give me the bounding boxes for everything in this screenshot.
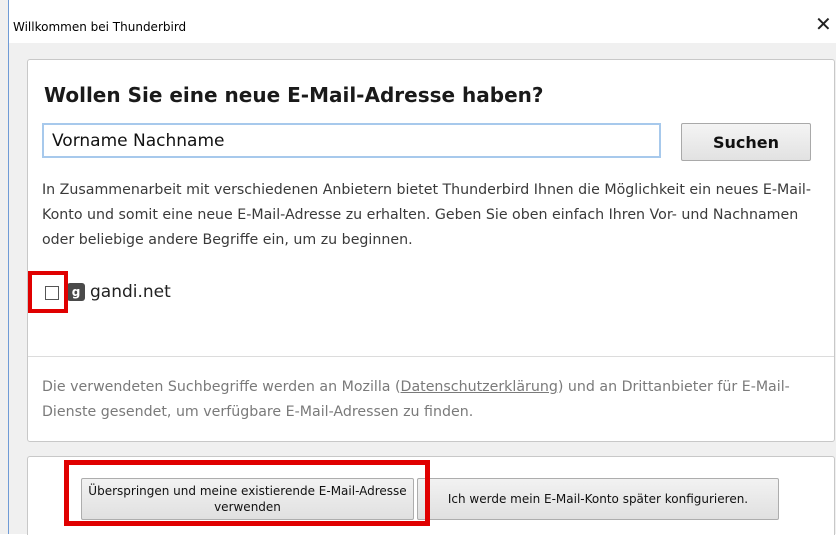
provider-label[interactable]: gandi.net [90, 282, 171, 302]
gandi-logo-icon: g [67, 283, 85, 301]
search-button[interactable]: Suchen [681, 123, 811, 161]
window-title: Willkommen bei Thunderbird [13, 20, 187, 34]
search-input[interactable] [42, 123, 661, 158]
skip-button-highlight [64, 460, 430, 526]
privacy-policy-link[interactable]: Datenschutzerklärung [401, 379, 558, 395]
privacy-text-prefix: Die verwendeten Suchbegriffe werden an M… [42, 379, 401, 395]
dialog-window: Willkommen bei Thunderbird ✕ Wollen Sie … [0, 0, 836, 535]
close-icon[interactable]: ✕ [815, 14, 832, 34]
privacy-notice: Die verwendeten Suchbegriffe werden an M… [42, 375, 832, 425]
configure-later-button[interactable]: Ich werde mein E-Mail-Konto später konfi… [417, 478, 779, 520]
info-text: In Zusammenarbeit mit verschiedenen Anbi… [42, 182, 811, 248]
page-title: Wollen Sie eine neue E-Mail-Adresse habe… [44, 83, 544, 107]
title-bar: Willkommen bei Thunderbird ✕ [9, 0, 836, 43]
new-address-panel: Wollen Sie eine neue E-Mail-Adresse habe… [27, 59, 835, 442]
window-left-edge [8, 0, 9, 534]
divider [28, 356, 834, 357]
checkbox-highlight [28, 271, 68, 313]
